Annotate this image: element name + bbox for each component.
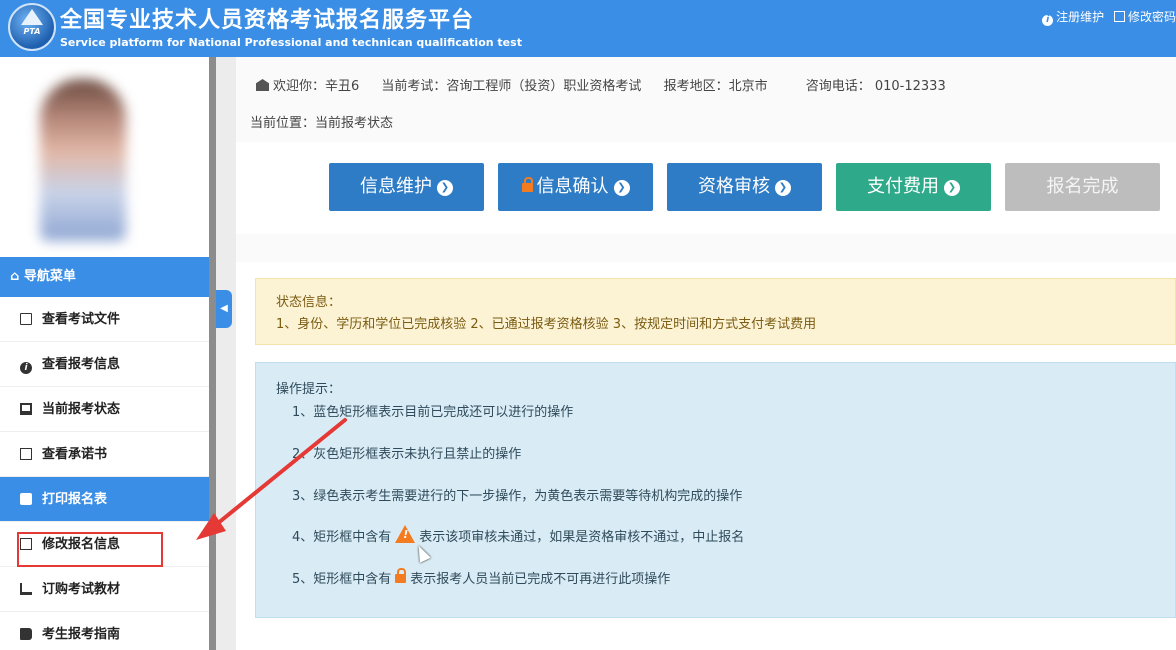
info-icon: i	[1042, 15, 1054, 26]
content-panel: 状态信息： 1、身份、学历和学位已完成核验 2、已通过报考资格核验 3、按规定时…	[236, 262, 1176, 650]
tip-item: 3、绿色表示考生需要进行的下一步操作，为黄色表示需要等待机构完成的操作	[292, 489, 743, 504]
step-label: 支付费用	[867, 176, 939, 197]
change-password-link[interactable]: 修改密码	[1113, 10, 1176, 24]
sidebar-item-label: 考生报考指南	[42, 627, 121, 642]
site-title: 全国专业技术人员资格考试报名服务平台	[60, 8, 475, 33]
sidebar-item-label: 查看报考信息	[42, 357, 121, 372]
home-icon: ⌂	[10, 269, 24, 284]
highlight-box	[17, 532, 163, 567]
bank-icon	[256, 79, 269, 91]
tips-title: 操作提示：	[276, 382, 342, 397]
logo-text: PTA	[23, 27, 41, 36]
candidate-photo	[40, 79, 126, 241]
sidebar-scrollbar[interactable]	[209, 57, 216, 650]
sidebar-item-order-books[interactable]: 订购考试教材	[0, 567, 209, 612]
sidebar-item-label: 查看考试文件	[42, 312, 121, 327]
tip-item: 1、蓝色矩形框表示目前已完成还可以进行的操作	[292, 405, 574, 420]
step-label: 报名完成	[1046, 176, 1119, 197]
book-icon	[20, 628, 32, 640]
sidebar-item-exam-files[interactable]: 查看考试文件	[0, 297, 209, 342]
logo-mountain	[21, 9, 43, 25]
edit-icon	[1113, 11, 1125, 22]
sidebar-item-print-form[interactable]: 打印报名表	[0, 477, 209, 522]
breadcrumb: 当前位置：当前报考状态	[250, 116, 394, 131]
step-info-maintain-button[interactable]: 信息维护 ❯	[329, 163, 484, 211]
hotline: 咨询电话： 010-12333	[805, 79, 946, 94]
tip-suffix: 表示该项审核未通过，如果是资格审核不通过，中止报名	[419, 530, 745, 545]
arrow-right-icon: ❯	[775, 180, 791, 196]
tip-prefix: 4、矩形框中含有	[292, 530, 392, 545]
tip-suffix: 表示报考人员当前已完成不可再进行此项操作	[410, 572, 671, 587]
card-icon	[20, 448, 32, 460]
status-alert: 状态信息： 1、身份、学历和学位已完成核验 2、已通过报考资格核验 3、按规定时…	[255, 278, 1176, 345]
user-info-bar: 欢迎你：辛丑6 当前考试：咨询工程师（投资）职业资格考试 报考地区：北京市 咨询…	[256, 75, 964, 94]
nav-menu-title: 导航菜单	[23, 269, 76, 284]
lock-icon	[521, 177, 533, 192]
lock-icon	[395, 568, 407, 583]
info-icon: i	[20, 362, 32, 374]
sidebar-item-current-status[interactable]: 当前报考状态	[0, 387, 209, 432]
step-qualification-review-button[interactable]: 资格审核 ❯	[667, 163, 822, 211]
nav-menu-header: ⌂ 导航菜单	[0, 257, 209, 297]
tip-item: 5、矩形框中含有 表示报考人员当前已完成不可再进行此项操作	[292, 568, 670, 587]
arrow-right-icon: ❯	[944, 180, 960, 196]
print-icon	[20, 493, 32, 505]
welcome-text: 欢迎你：辛丑6	[256, 79, 359, 94]
tip-item: 4、矩形框中含有 表示该项审核未通过，如果是资格审核不通过，中止报名	[292, 525, 744, 545]
candidate-photo-area	[0, 57, 209, 257]
status-title: 状态信息：	[276, 295, 342, 310]
sidebar-item-guide[interactable]: 考生报考指南	[0, 612, 209, 650]
current-exam: 当前考试：咨询工程师（投资）职业资格考试	[381, 79, 642, 94]
sidebar-item-label: 查看承诺书	[42, 447, 108, 462]
arrow-right-icon: ❯	[613, 180, 630, 196]
exam-region: 报考地区：北京市	[663, 79, 768, 94]
register-maintain-link[interactable]: i 注册维护	[1042, 10, 1104, 26]
sidebar-collapse-toggle[interactable]: ◀	[216, 290, 232, 328]
document-icon	[20, 313, 32, 325]
cart-icon	[20, 583, 32, 595]
sidebar-item-label: 打印报名表	[42, 492, 108, 507]
step-label: 信息维护	[360, 176, 432, 197]
site-subtitle: Service platform for National Profession…	[60, 36, 522, 49]
top-header: PTA 全国专业技术人员资格考试报名服务平台 Service platform …	[0, 0, 1176, 57]
monitor-icon	[20, 403, 32, 415]
step-label: 信息确认	[536, 176, 609, 197]
header-links: i 注册维护 修改密码	[1036, 8, 1176, 26]
step-payment-button[interactable]: 支付费用 ❯	[836, 163, 991, 211]
sidebar-item-commitment[interactable]: 查看承诺书	[0, 432, 209, 477]
sidebar-item-label: 订购考试教材	[42, 582, 121, 597]
step-complete-button: 报名完成	[1005, 163, 1160, 211]
tip-item: 2、灰色矩形框表示未执行且禁止的操作	[292, 447, 522, 462]
status-text: 1、身份、学历和学位已完成核验 2、已通过报考资格核验 3、按规定时间和方式支付…	[276, 317, 817, 332]
operation-tips: 操作提示： 1、蓝色矩形框表示目前已完成还可以进行的操作 2、灰色矩形框表示未执…	[255, 362, 1176, 618]
warning-icon	[395, 525, 416, 543]
sidebar-item-application-info[interactable]: i 查看报考信息	[0, 342, 209, 387]
chevron-left-icon: ◀	[220, 303, 228, 314]
arrow-right-icon: ❯	[437, 180, 453, 196]
main-content: 欢迎你：辛丑6 当前考试：咨询工程师（投资）职业资格考试 报考地区：北京市 咨询…	[236, 57, 1176, 650]
tip-prefix: 5、矩形框中含有	[292, 572, 392, 587]
steps-panel: 信息维护 ❯ 信息确认 ❯ 资格审核 ❯ 支付费用 ❯ 报名完成	[236, 142, 1176, 234]
sidebar-item-label: 当前报考状态	[42, 402, 121, 417]
step-label: 资格审核	[698, 176, 770, 197]
sidebar: ⌂ 导航菜单 查看考试文件 i 查看报考信息 当前报考状态 查看承诺书 打印报名表…	[0, 57, 209, 650]
step-info-confirm-button[interactable]: 信息确认 ❯	[498, 163, 653, 211]
